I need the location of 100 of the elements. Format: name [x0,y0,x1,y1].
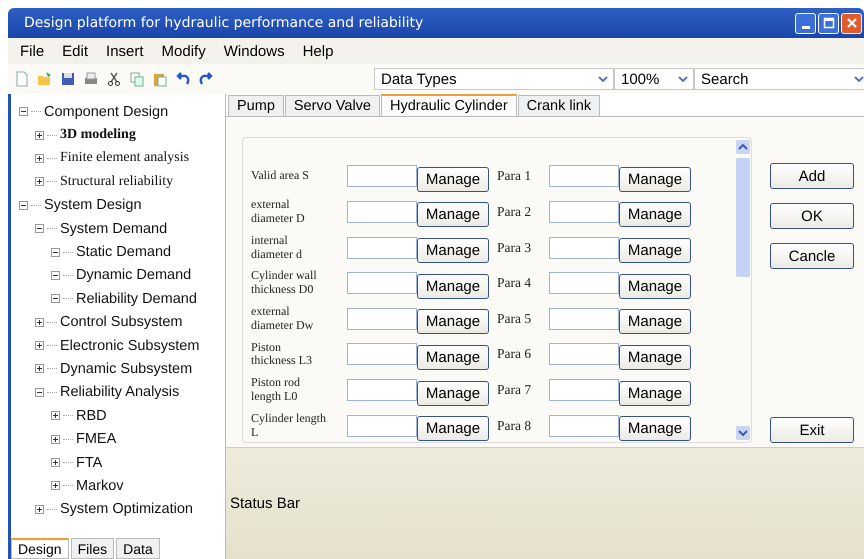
tree-item[interactable]: FMEA [76,431,116,448]
manage-button[interactable]: Manage [417,202,489,228]
tree-item[interactable]: Component Design [44,104,168,120]
tab[interactable]: Data [116,538,160,559]
input-field[interactable] [347,200,417,223]
expand-icon[interactable] [35,130,44,140]
expand-icon[interactable] [35,504,44,514]
action-button[interactable]: Add [770,163,854,189]
tree-item[interactable]: System Optimization [60,501,193,518]
manage-button[interactable]: Manage [417,274,489,299]
maximize-button[interactable] [818,12,839,34]
input-field[interactable] [549,379,619,402]
manage-button[interactable]: Manage [417,238,489,264]
tree-item[interactable]: Control Subsystem [60,314,182,330]
manage-button[interactable]: Manage [619,344,691,370]
tab[interactable]: Crank link [518,95,600,116]
scrollbar[interactable] [735,138,751,442]
input-field[interactable] [347,379,417,402]
input-field[interactable] [347,343,417,366]
dropdown[interactable]: Search [694,68,864,90]
input-field[interactable] [549,200,619,223]
input-field[interactable] [549,343,619,366]
manage-button[interactable]: Manage [619,202,691,228]
scrollbar-thumb[interactable] [736,158,750,277]
action-button[interactable]: Cancle [770,243,854,269]
manage-button[interactable]: Manage [619,274,691,299]
tree-item[interactable]: FTA [76,454,102,471]
input-field[interactable] [347,272,417,294]
tree-item[interactable]: Finite element analysis [60,150,190,166]
tree-item[interactable]: Electronic Subsystem [60,338,200,354]
manage-button[interactable]: Manage [417,344,489,370]
manage-button[interactable]: Manage [619,238,691,264]
input-field[interactable] [549,272,619,294]
chevron-up-icon[interactable] [736,140,750,154]
tab[interactable]: Hydraulic Cylinder [381,94,517,116]
manage-button[interactable]: Manage [619,309,691,334]
collapse-icon[interactable] [51,248,60,257]
input-field[interactable] [549,236,619,259]
tree-item[interactable]: Structural reliability [60,174,174,190]
menu-item[interactable]: Modify [162,42,206,60]
window-title: Design platform for hydraulic performance and reliability [24,15,424,31]
tree-item[interactable]: Reliability Demand [76,290,197,307]
field-label: Para 1 [496,168,532,184]
collapse-icon[interactable] [19,107,28,116]
menu-item[interactable]: File [20,42,44,60]
collapse-icon[interactable] [35,224,44,234]
tree-item[interactable]: Dynamic Subsystem [60,360,192,377]
collapse-icon[interactable] [51,294,60,304]
manage-button[interactable]: Manage [619,380,691,406]
expand-icon[interactable] [51,458,60,468]
tree-item[interactable]: System Demand [60,220,168,237]
tree-item[interactable]: Static Demand [76,244,172,260]
manage-button[interactable]: Manage [417,166,489,192]
close-button[interactable] [841,12,862,34]
collapse-icon[interactable] [19,200,28,210]
input-field[interactable] [347,165,417,188]
expand-icon[interactable] [35,177,44,186]
menu-item[interactable]: Windows [224,42,285,60]
expand-icon[interactable] [51,481,60,490]
manage-button[interactable]: Manage [619,166,691,192]
input-field[interactable] [549,165,619,188]
menu-item[interactable]: Insert [106,42,144,60]
menu-item[interactable]: Help [302,42,334,60]
manage-button[interactable]: Manage [619,416,691,442]
tree-item[interactable]: Markov [76,478,124,494]
input-field[interactable] [549,308,619,330]
field-label: Piston thickness L3 [251,340,313,368]
manage-button[interactable]: Manage [417,309,489,334]
expand-icon[interactable] [35,341,44,350]
tree-item[interactable]: RBD [76,408,107,424]
collapse-icon[interactable] [51,270,60,280]
expand-icon[interactable] [51,411,60,420]
tree-item[interactable]: Reliability Analysis [60,384,180,400]
expand-icon[interactable] [51,434,60,444]
tab[interactable]: Design [11,538,69,559]
input-field[interactable] [347,308,417,330]
collapse-icon[interactable] [35,388,44,397]
tree-item[interactable]: 3D modeling [60,127,136,144]
dropdown[interactable]: Data Types [374,68,614,90]
tree-item[interactable]: Dynamic Demand [76,267,192,284]
field-label: internal diameter d [251,234,303,262]
tab[interactable]: Files [70,538,114,559]
tab[interactable]: Servo Valve [284,95,380,116]
chevron-down-icon[interactable] [736,426,750,440]
input-field[interactable] [347,236,417,259]
tab[interactable]: Pump [228,95,284,116]
dropdown[interactable]: 100% [614,68,694,90]
manage-button[interactable]: Manage [417,416,489,442]
expand-icon[interactable] [35,364,44,374]
exit-button[interactable]: Exit [770,417,854,443]
input-field[interactable] [347,414,417,437]
menu-item[interactable]: Edit [62,42,88,60]
input-field[interactable] [549,414,619,437]
minimize-button[interactable] [795,12,816,34]
tree-item[interactable]: System Design [44,197,142,214]
manage-button[interactable]: Manage [417,380,489,406]
action-button[interactable]: OK [770,203,854,229]
expand-icon[interactable] [35,318,44,327]
maximize-icon [822,17,834,29]
expand-icon[interactable] [35,154,44,163]
